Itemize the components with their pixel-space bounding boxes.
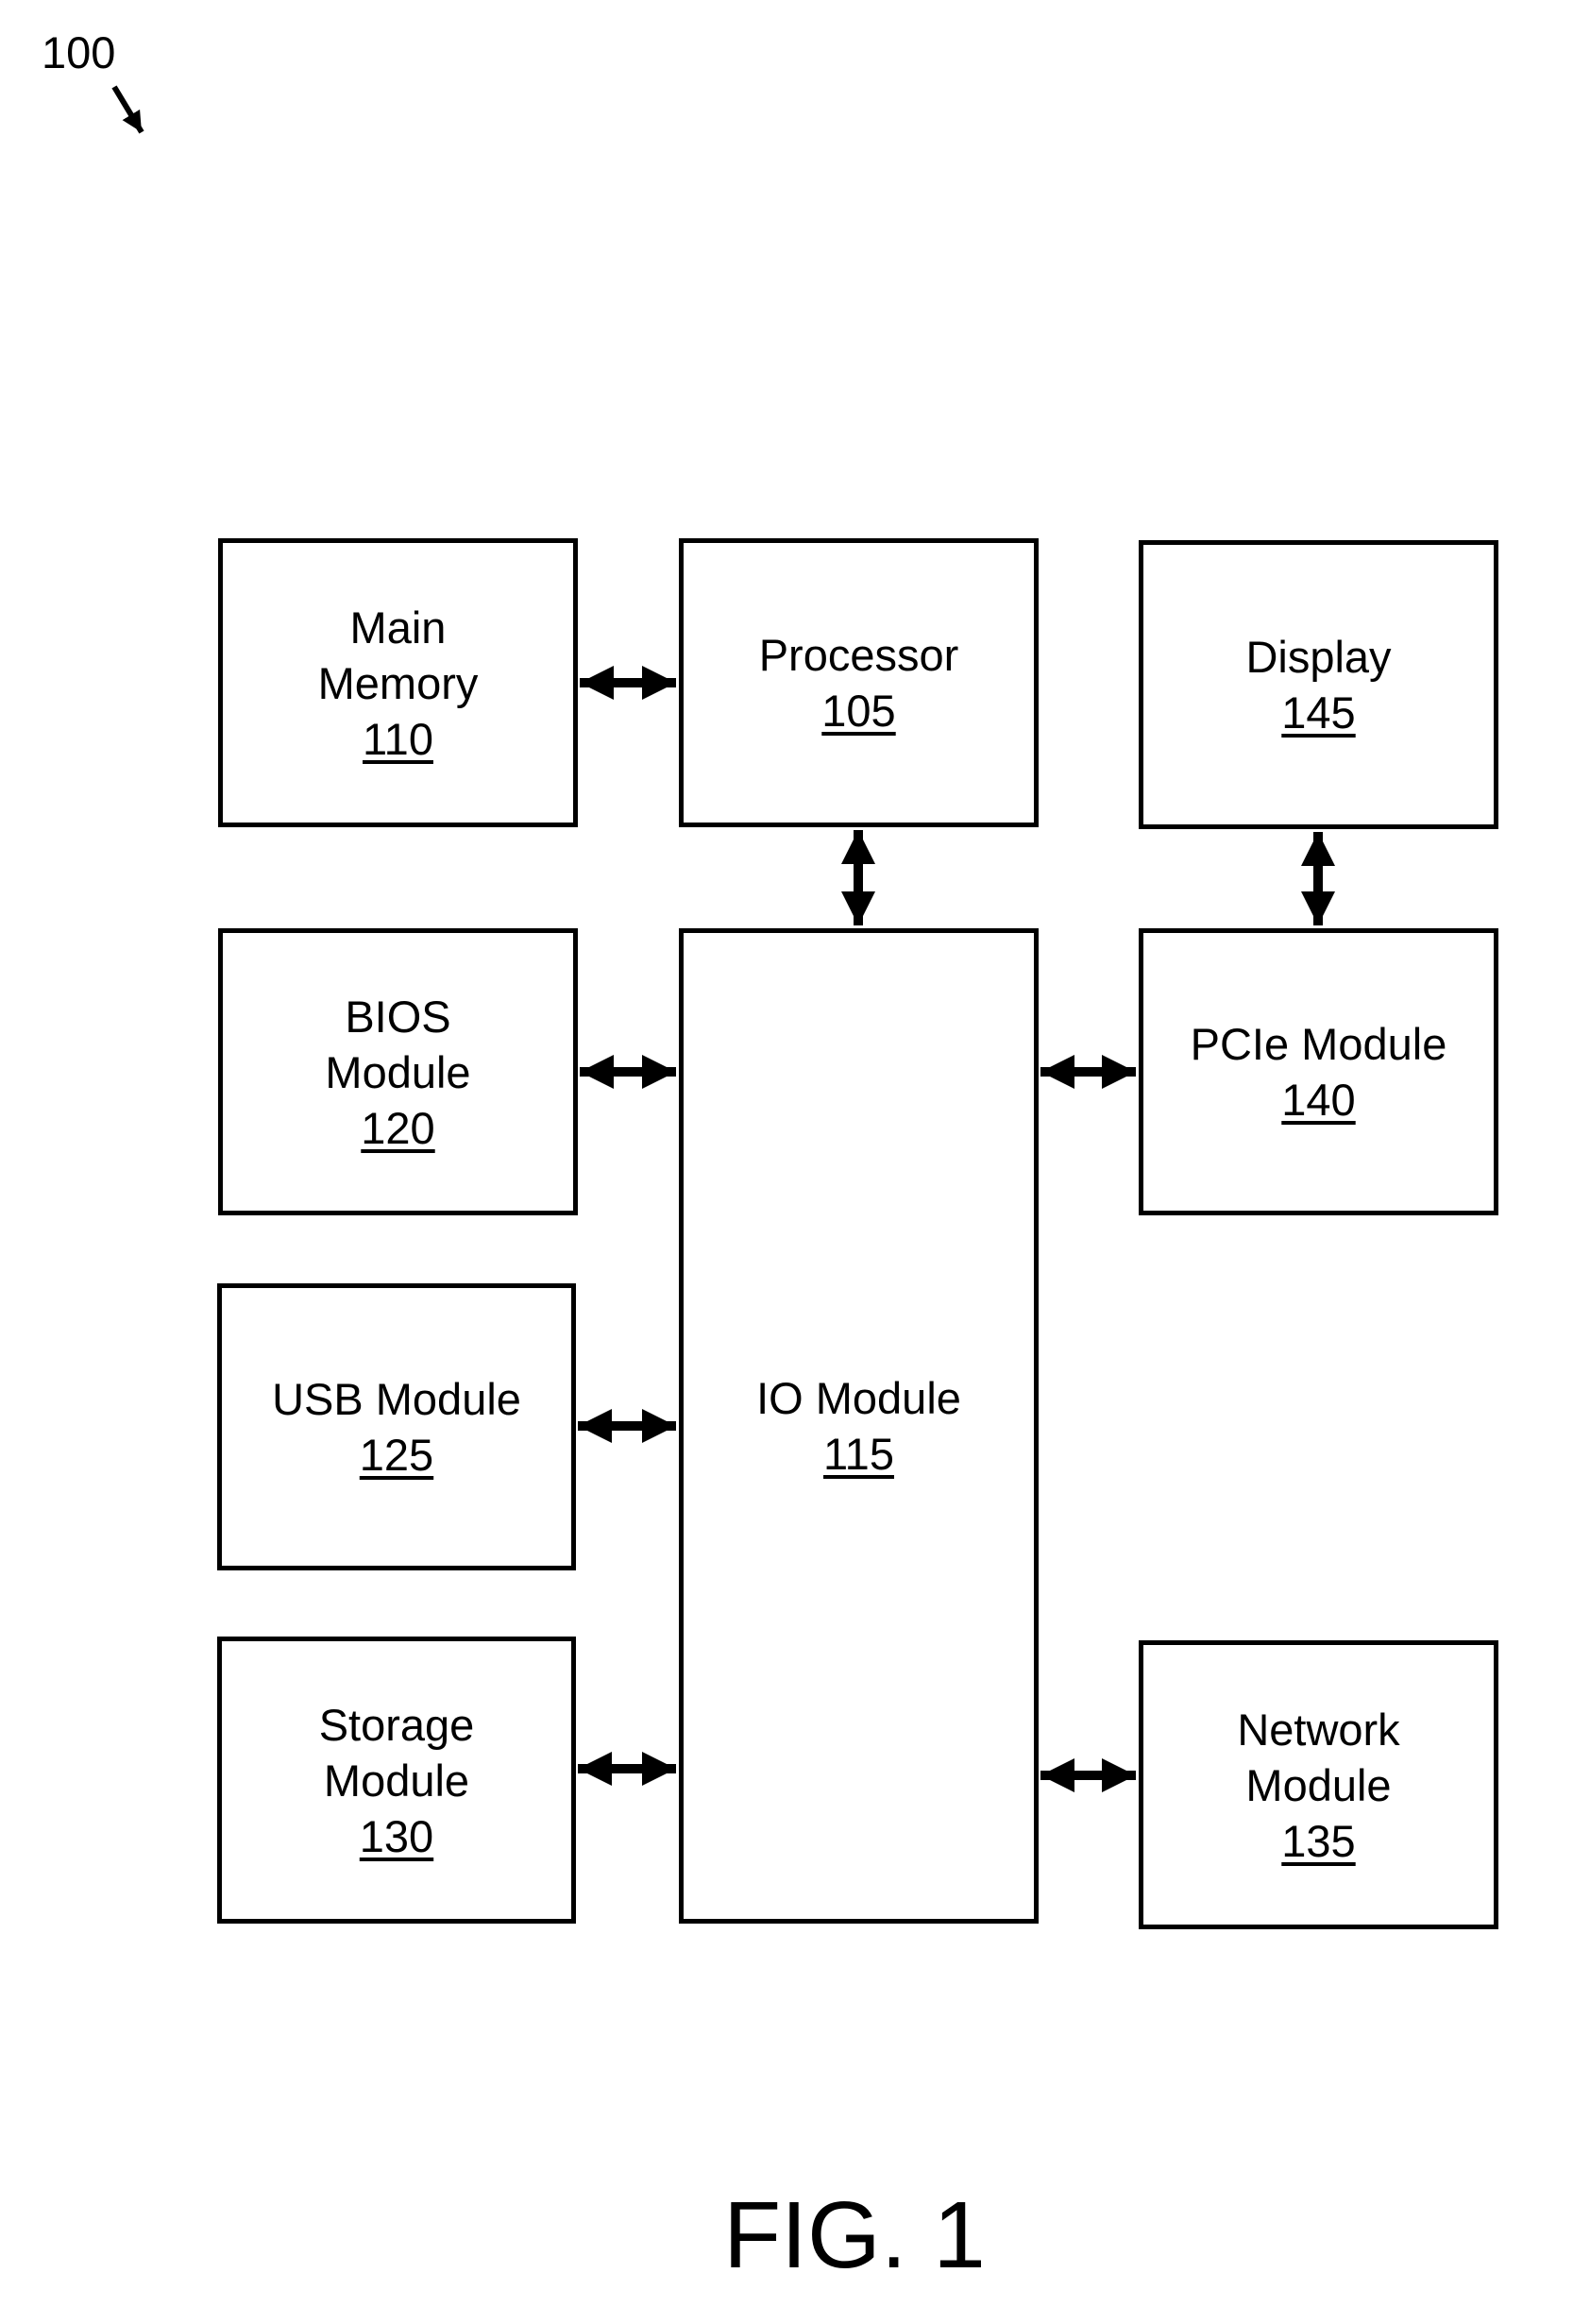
figure-caption: FIG. 1: [723, 2182, 986, 2288]
reference-pointer-arrow: [111, 85, 144, 134]
connector-layer: [111, 85, 1335, 1792]
